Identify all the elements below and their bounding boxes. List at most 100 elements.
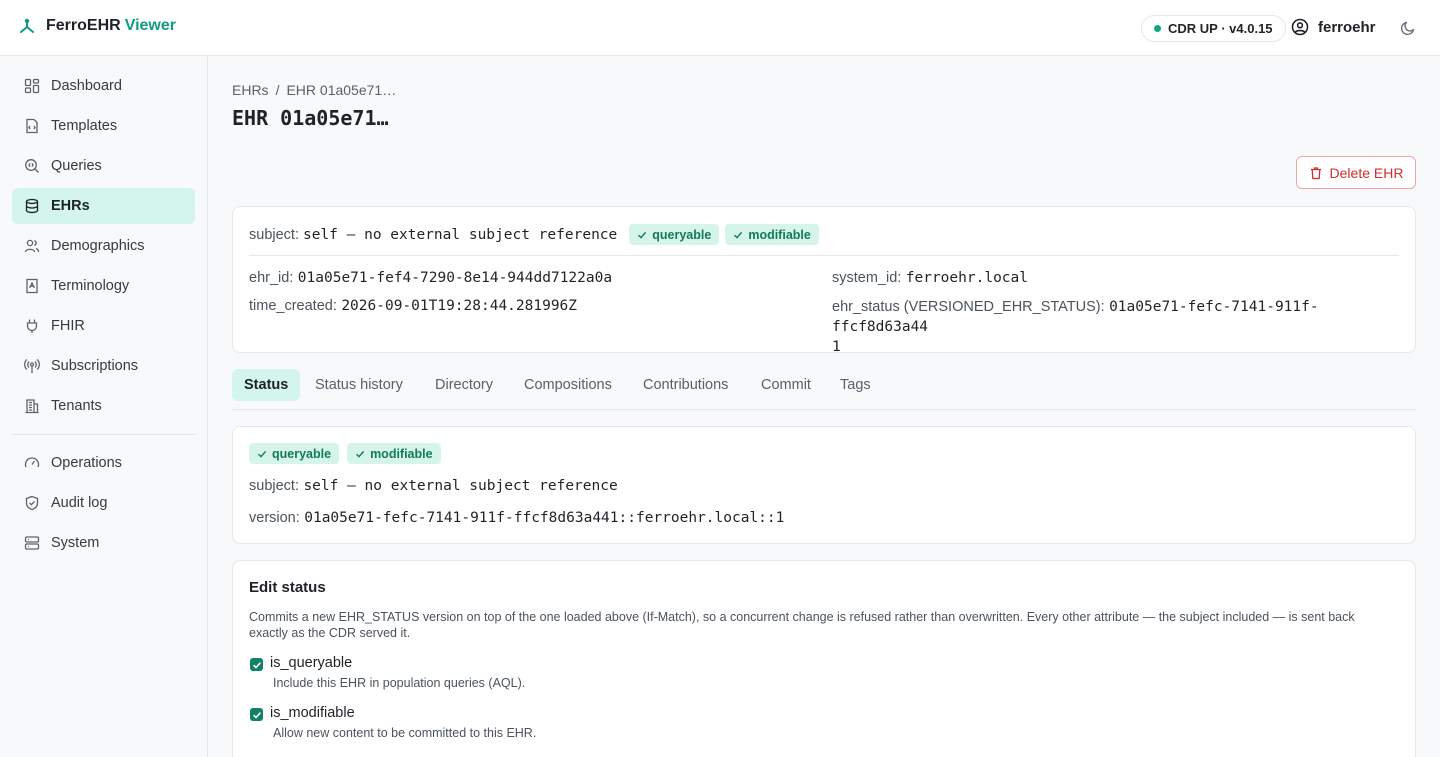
sidebar-item-label: Dashboard: [51, 78, 122, 94]
sidebar-item-label: Tenants: [51, 398, 102, 414]
queryable-badge-label: queryable: [272, 446, 332, 461]
sidebar-item-label: System: [51, 535, 100, 551]
modifiable-badge: modifiable: [725, 224, 819, 245]
tab-status-history[interactable]: Status history: [303, 369, 415, 401]
sidebar-item-system[interactable]: System: [12, 525, 195, 561]
subject-value: self — no external subject reference: [302, 226, 618, 243]
tab-contributions[interactable]: Contributions: [631, 369, 740, 401]
check-icon: [638, 231, 647, 239]
moon-icon[interactable]: [1399, 19, 1417, 37]
server-icon: [24, 536, 40, 550]
tab-directory[interactable]: Directory: [423, 369, 505, 401]
tab-compositions[interactable]: Compositions: [512, 369, 624, 401]
ehr-status-value-wrap: 1: [832, 339, 841, 355]
sidebar-item-tenants[interactable]: Tenants: [12, 388, 195, 424]
sidebar-item-audit-log[interactable]: Audit log: [12, 485, 195, 521]
sidebar-item-operations[interactable]: Operations: [12, 445, 195, 481]
edit-status-card: Edit status Commits a new EHR_STATUS ver…: [232, 560, 1416, 757]
modifiable-badge-label: modifiable: [370, 446, 433, 461]
tab-tags[interactable]: Tags: [828, 369, 883, 401]
sidebar-item-label: Queries: [51, 158, 102, 174]
user-menu[interactable]: ferroehr: [1291, 18, 1376, 36]
edit-status-description-line: Commits a new EHR_STATUS version on top …: [249, 610, 1355, 624]
query-icon: [25, 159, 39, 173]
edit-status-description: Commits a new EHR_STATUS version on top …: [249, 609, 1399, 641]
template-icon: [26, 118, 38, 134]
cdr-status-text: CDR UP · v4.0.15: [1168, 21, 1273, 36]
check-icon: [252, 711, 261, 719]
ehr-tabs: Status Status history Directory Composit…: [232, 369, 1416, 410]
time-created-value: 2026-09-01T19:28:44.281996Z: [341, 298, 578, 314]
sidebar-item-subscriptions[interactable]: Subscriptions: [12, 348, 195, 384]
sidebar-item-demographics[interactable]: Demographics: [12, 228, 195, 264]
sidebar-item-templates[interactable]: Templates: [12, 108, 195, 144]
sidebar: Dashboard Templates Queries EHRs Demogra…: [0, 56, 208, 757]
tab-commit[interactable]: Commit: [749, 369, 823, 401]
trash-icon: [1310, 166, 1321, 179]
sidebar-item-label: Audit log: [51, 495, 108, 511]
gauge-icon: [24, 457, 40, 468]
database-icon: [25, 198, 39, 214]
is-queryable-label[interactable]: is_queryable: [270, 655, 352, 671]
brand-accent: Viewer: [124, 17, 176, 34]
edit-status-description-line: exactly as the CDR served it.: [249, 626, 411, 640]
user-circle-icon: [1291, 18, 1309, 36]
brand[interactable]: FerroEHR Viewer: [18, 17, 176, 35]
queryable-badge: queryable: [629, 224, 720, 245]
page-title: EHR 01a05e71…: [232, 106, 389, 130]
cdr-status-badge: CDR UP · v4.0.15: [1141, 15, 1286, 42]
sidebar-item-label: Operations: [51, 455, 122, 471]
status-subject-row: subject: self — no external subject refe…: [249, 477, 618, 495]
shield-icon: [25, 495, 39, 511]
sidebar-item-label: EHRs: [51, 198, 90, 214]
subject-label: subject:: [249, 226, 299, 243]
status-badges: queryable modifiable: [249, 443, 441, 464]
sidebar-item-queries[interactable]: Queries: [12, 148, 195, 184]
queryable-badge-label: queryable: [652, 227, 712, 242]
status-card: queryable modifiable subject: self — no …: [232, 426, 1416, 544]
check-icon: [734, 231, 743, 239]
system-id-label: system_id:: [832, 270, 902, 286]
is-queryable-checkbox[interactable]: [250, 658, 263, 671]
queryable-badge: queryable: [249, 443, 340, 464]
username: ferroehr: [1318, 18, 1376, 36]
ehr-summary-card: subject: self — no external subject refe…: [232, 206, 1416, 355]
status-version-row: version: 01a05e71-fefc-7141-911f-ffcf8d6…: [249, 509, 784, 527]
sidebar-item-terminology[interactable]: Terminology: [12, 268, 195, 304]
ehr-status-label: ehr_status (VERSIONED_EHR_STATUS):: [832, 299, 1105, 315]
edit-status-title: Edit status: [249, 579, 326, 596]
building-icon: [25, 399, 39, 414]
time-created-row: time_created: 2026-09-01T19:28:44.281996…: [249, 297, 577, 315]
ehr-id-label: ehr_id:: [249, 270, 294, 286]
version-label: version:: [249, 510, 300, 526]
sidebar-item-fhir[interactable]: FHIR: [12, 308, 195, 344]
top-bar: FerroEHR Viewer CDR UP · v4.0.15 ferroehr: [0, 0, 1440, 56]
is-modifiable-checkbox[interactable]: [250, 708, 263, 721]
sidebar-item-label: Templates: [51, 118, 118, 134]
sidebar-item-label: Terminology: [51, 278, 130, 294]
sidebar-item-ehrs[interactable]: EHRs: [12, 188, 195, 224]
status-dot-icon: [1154, 25, 1161, 32]
users-icon: [24, 239, 40, 253]
is-modifiable-help: Allow new content to be committed to thi…: [273, 726, 537, 740]
brand-name: FerroEHR: [46, 17, 121, 34]
system-id-value: ferroehr.local: [905, 270, 1028, 286]
plug-icon: [26, 319, 38, 333]
delete-ehr-button[interactable]: Delete EHR: [1296, 156, 1416, 189]
broadcast-icon: [24, 359, 40, 373]
breadcrumb-current: EHR 01a05e71…: [286, 82, 397, 98]
sidebar-item-dashboard[interactable]: Dashboard: [12, 68, 195, 104]
sidebar-item-label: Subscriptions: [51, 358, 139, 374]
sidebar-divider: [12, 434, 195, 435]
breadcrumb-separator: /: [275, 82, 280, 98]
subject-label: subject:: [249, 478, 299, 494]
book-icon: [26, 278, 38, 294]
breadcrumb: EHRs / EHR 01a05e71…: [232, 82, 396, 98]
breadcrumb-ehrs-link[interactable]: EHRs: [232, 82, 269, 98]
tab-status[interactable]: Status: [232, 369, 301, 401]
ehr-status-row: ehr_status (VERSIONED_EHR_STATUS): 01a05…: [832, 297, 1402, 357]
check-icon: [356, 450, 365, 458]
delete-ehr-label: Delete EHR: [1329, 164, 1404, 181]
is-modifiable-label[interactable]: is_modifiable: [270, 705, 355, 721]
check-icon: [258, 450, 267, 458]
